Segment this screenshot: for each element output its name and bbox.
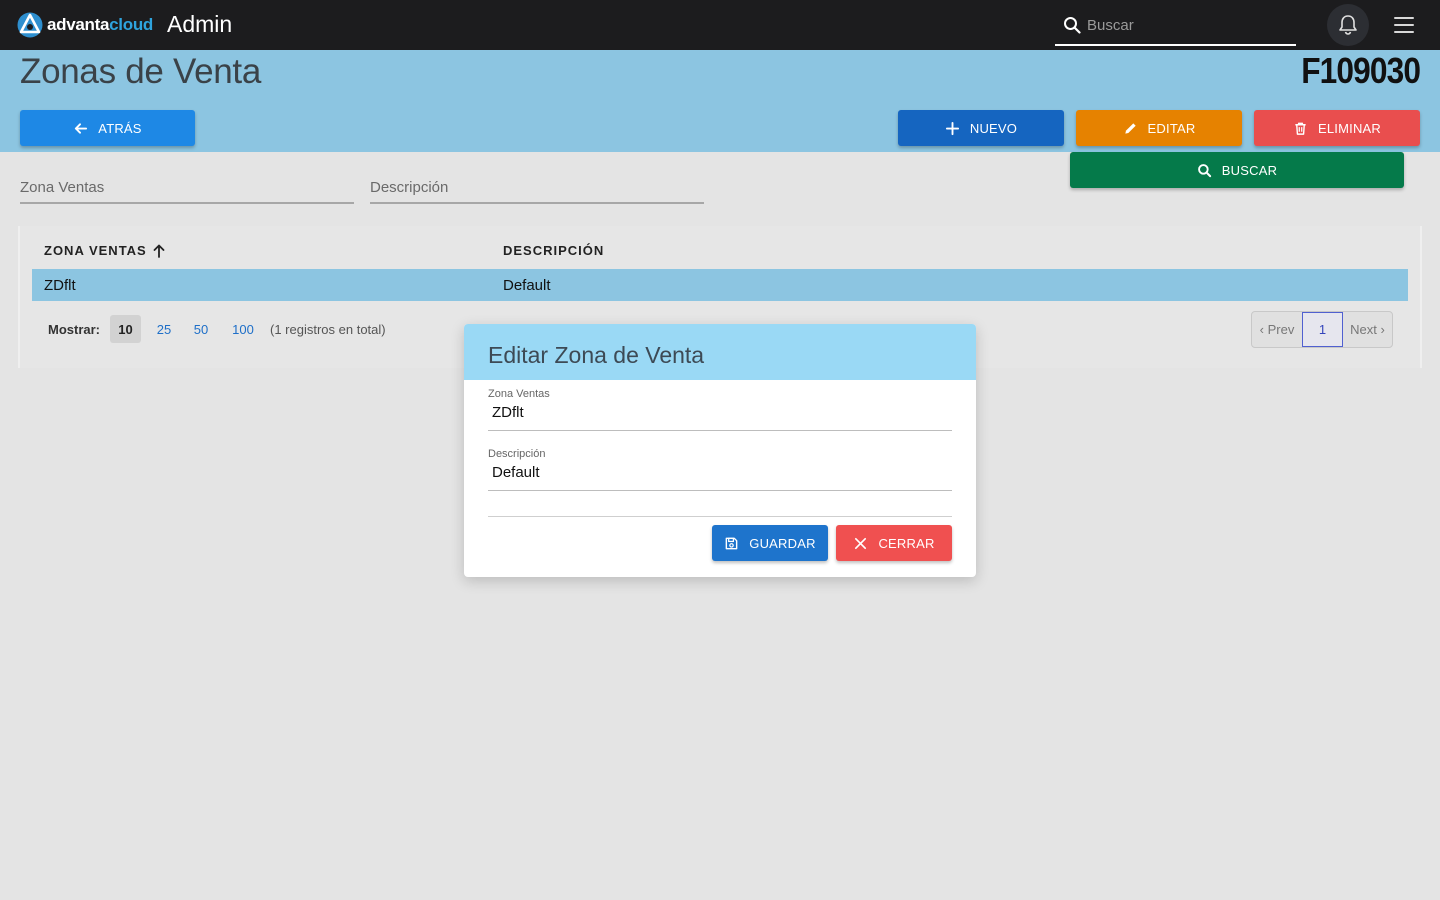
page-size-label: Mostrar:: [48, 322, 101, 337]
page-title: Zonas de Venta: [20, 52, 261, 91]
brand-logo[interactable]: advantacloud: [16, 11, 153, 39]
pagination: ‹ Prev 1 Next ›: [1251, 311, 1393, 348]
pagination-page-1[interactable]: 1: [1302, 312, 1343, 347]
global-search[interactable]: [1055, 6, 1296, 46]
back-button-label: ATRÁS: [98, 120, 142, 136]
dialog-divider: [488, 516, 952, 517]
sort-ascending-arrow-icon: [153, 244, 165, 258]
brand-name-part2: cloud: [109, 15, 153, 34]
trash-icon: [1295, 122, 1306, 135]
new-button-label: NUEVO: [969, 120, 1018, 136]
pencil-icon: [1124, 122, 1136, 134]
table-cell-zona: ZDflt: [44, 277, 76, 294]
edit-button[interactable]: EDITAR: [1076, 110, 1242, 146]
column-header-descripcion-label: DESCRIPCIÓN: [503, 243, 605, 258]
back-button[interactable]: ATRÁS: [20, 110, 195, 146]
search-icon: [1064, 17, 1081, 34]
descripcion-field-label: Descripción: [488, 448, 546, 460]
table-cell-descripcion: Default: [503, 277, 551, 294]
page-size-option-50[interactable]: 50: [188, 315, 214, 343]
page-size-option-25[interactable]: 25: [151, 315, 177, 343]
column-header-descripcion[interactable]: DESCRIPCIÓN: [503, 243, 604, 258]
save-button[interactable]: GUARDAR: [712, 525, 828, 561]
app-title: Admin: [167, 11, 233, 37]
edit-zona-venta-dialog: Editar Zona de Venta Zona Ventas Descrip…: [464, 324, 976, 577]
pagination-next-button[interactable]: Next ›: [1343, 312, 1392, 347]
table-row[interactable]: [32, 269, 1408, 301]
global-search-input[interactable]: [1087, 12, 1287, 38]
close-button[interactable]: CERRAR: [836, 525, 952, 561]
column-header-zona-ventas-label: ZONA VENTAS: [44, 243, 147, 258]
zona-ventas-filter-input[interactable]: [20, 172, 354, 202]
close-button-label: CERRAR: [878, 535, 935, 551]
search-button-label: BUSCAR: [1221, 162, 1278, 178]
advantacloud-logo-icon: [17, 12, 43, 38]
notifications-button[interactable]: [1327, 4, 1369, 46]
floppy-disk-icon: [725, 537, 738, 549]
total-records-text: (1 registros en total): [270, 322, 386, 337]
bell-icon: [1339, 15, 1357, 35]
descripcion-filter-input[interactable]: [370, 172, 704, 202]
save-button-label: GUARDAR: [749, 535, 816, 551]
arrow-left-icon: [75, 122, 88, 134]
descripcion-input[interactable]: [488, 460, 952, 484]
top-navbar: advantacloud Admin: [0, 0, 1440, 50]
page-size-option-10[interactable]: 10: [110, 315, 141, 343]
close-icon: [855, 537, 867, 549]
zona-ventas-filter[interactable]: [20, 172, 354, 204]
pagination-prev-button[interactable]: ‹ Prev: [1252, 312, 1302, 347]
delete-button-label: ELIMINAR: [1317, 120, 1381, 136]
delete-button[interactable]: ELIMINAR: [1254, 110, 1420, 146]
form-code: F109030: [1301, 50, 1421, 91]
column-header-zona-ventas[interactable]: ZONA VENTAS: [44, 243, 165, 258]
new-button[interactable]: NUEVO: [898, 110, 1064, 146]
zona-ventas-field-label: Zona Ventas: [488, 388, 550, 400]
hamburger-menu-icon[interactable]: [1392, 15, 1416, 35]
dialog-header: Editar Zona de Venta: [464, 324, 976, 380]
brand-name-part1: advanta: [47, 15, 110, 34]
dialog-title: Editar Zona de Venta: [488, 342, 705, 368]
descripcion-filter[interactable]: [370, 172, 704, 204]
descripcion-field[interactable]: Descripción: [488, 448, 952, 491]
search-icon: [1197, 163, 1211, 177]
zona-ventas-field[interactable]: Zona Ventas: [488, 388, 952, 431]
zona-ventas-input[interactable]: [488, 400, 952, 424]
page-size-option-100[interactable]: 100: [227, 315, 259, 343]
search-button[interactable]: BUSCAR: [1070, 152, 1404, 188]
edit-button-label: EDITAR: [1147, 120, 1196, 136]
plus-icon: [945, 121, 959, 135]
